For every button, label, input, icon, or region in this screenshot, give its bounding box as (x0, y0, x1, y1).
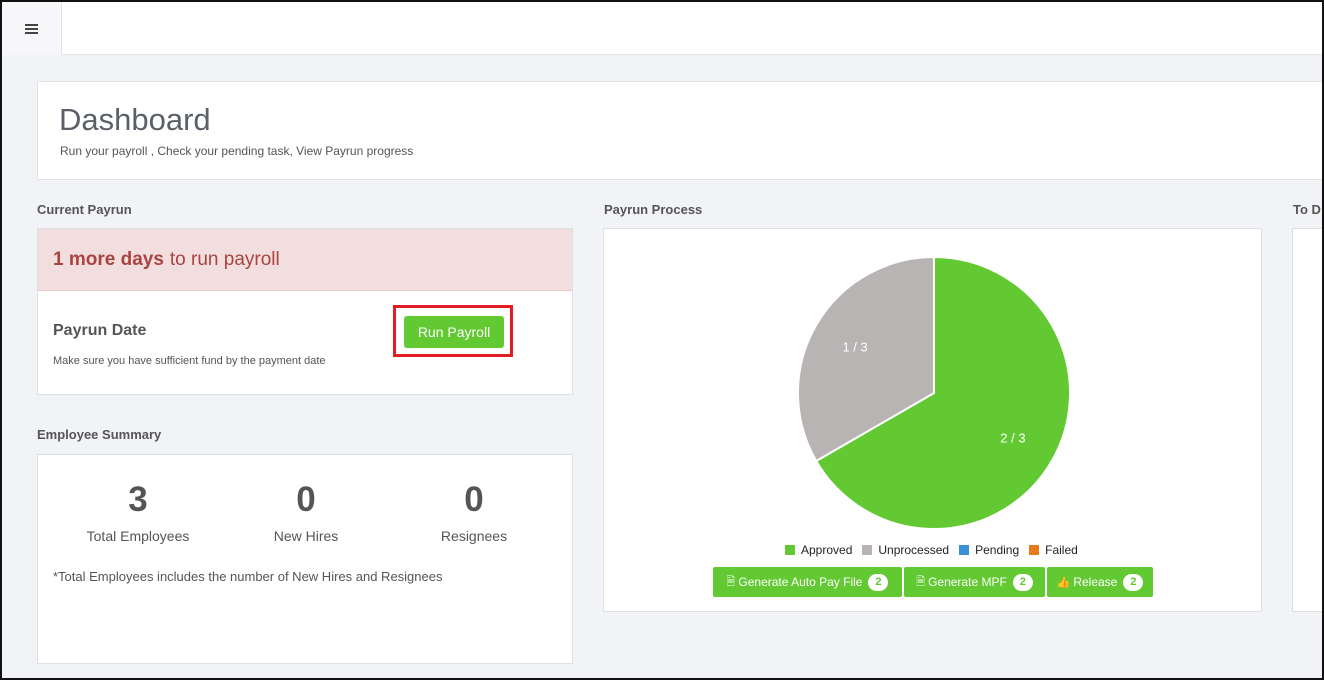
menu-toggle-button[interactable] (2, 2, 62, 55)
generate-mpf-button[interactable]: 🗎 Generate MPF 2 (904, 567, 1045, 597)
document-icon: 🗎 (726, 575, 736, 588)
legend-label: Pending (975, 543, 1020, 557)
thumbs-up-icon: 👍 (1056, 576, 1071, 589)
employee-summary-label: Employee Summary (37, 427, 162, 442)
run-payroll-button[interactable]: Run Payroll (404, 316, 504, 348)
legend-item-failed[interactable]: Failed (1029, 543, 1078, 557)
payrun-process-label: Payrun Process (604, 202, 703, 217)
legend-label: Approved (801, 543, 853, 557)
legend-swatch (862, 545, 873, 555)
legend-swatch (785, 545, 795, 555)
stat-value: 0 (296, 480, 316, 519)
todo-card (1292, 228, 1324, 612)
document-icon: 🗎 (916, 575, 926, 588)
stat-total-employees: 3 Total Employees (58, 480, 218, 544)
legend-swatch (1029, 545, 1040, 555)
stat-value: 0 (464, 480, 484, 519)
todo-label: To D (1293, 202, 1321, 217)
page-title: Dashboard (59, 102, 211, 137)
alert-text: to run payroll (169, 248, 280, 270)
current-payrun-label: Current Payrun (37, 202, 132, 217)
stat-new-hires: 0 New Hires (226, 480, 386, 544)
current-payrun-card: 1 more days to run payroll Payrun Date M… (37, 228, 573, 395)
legend-item-unprocessed[interactable]: Unprocessed (862, 543, 949, 557)
legend-swatch (959, 545, 970, 555)
summary-footnote: *Total Employees includes the number of … (53, 569, 443, 584)
pie-slice-label: 1 / 3 (842, 339, 867, 354)
alert-days: 1 more days (53, 248, 164, 270)
employee-summary-card: 3 Total Employees 0 New Hires 0 Resignee… (37, 454, 573, 664)
payrun-pie-chart: 2 / 3 1 / 3 (797, 255, 1071, 530)
page-header-card: Dashboard Run your payroll , Check your … (37, 81, 1324, 180)
count-badge: 2 (1012, 573, 1033, 591)
stat-label: New Hires (273, 528, 339, 544)
release-button[interactable]: 👍 Release 2 (1047, 567, 1153, 597)
hamburger-icon (25, 23, 38, 34)
button-label: Generate Auto Pay File (738, 575, 863, 589)
chart-legend: Approved Unprocessed Pending Failed (785, 542, 1088, 558)
stat-label: Total Employees (86, 528, 190, 544)
legend-item-approved[interactable]: Approved (785, 543, 852, 557)
button-label: Generate MPF (928, 575, 1007, 589)
legend-label: Unprocessed (878, 543, 950, 557)
payrun-process-card: 2 / 3 1 / 3 Approved Unprocessed Pending … (603, 228, 1262, 612)
page-subtitle: Run your payroll , Check your pending ta… (60, 144, 414, 158)
stat-label: Resignees (440, 528, 508, 544)
payrun-date-label: Payrun Date (53, 322, 147, 339)
generate-auto-pay-file-button[interactable]: 🗎 Generate Auto Pay File 2 (713, 567, 902, 597)
top-navbar (0, 0, 1324, 55)
legend-item-pending[interactable]: Pending (959, 543, 1019, 557)
payrun-date-note: Make sure you have sufficient fund by th… (53, 355, 326, 367)
legend-label: Failed (1045, 543, 1078, 557)
button-label: Release (1073, 575, 1118, 589)
count-badge: 2 (1123, 573, 1144, 591)
stat-value: 3 (128, 480, 148, 519)
pie-slice-label: 2 / 3 (1000, 431, 1025, 446)
count-badge: 2 (868, 573, 889, 591)
stat-resignees: 0 Resignees (394, 480, 554, 544)
payroll-alert: 1 more days to run payroll (38, 229, 572, 291)
